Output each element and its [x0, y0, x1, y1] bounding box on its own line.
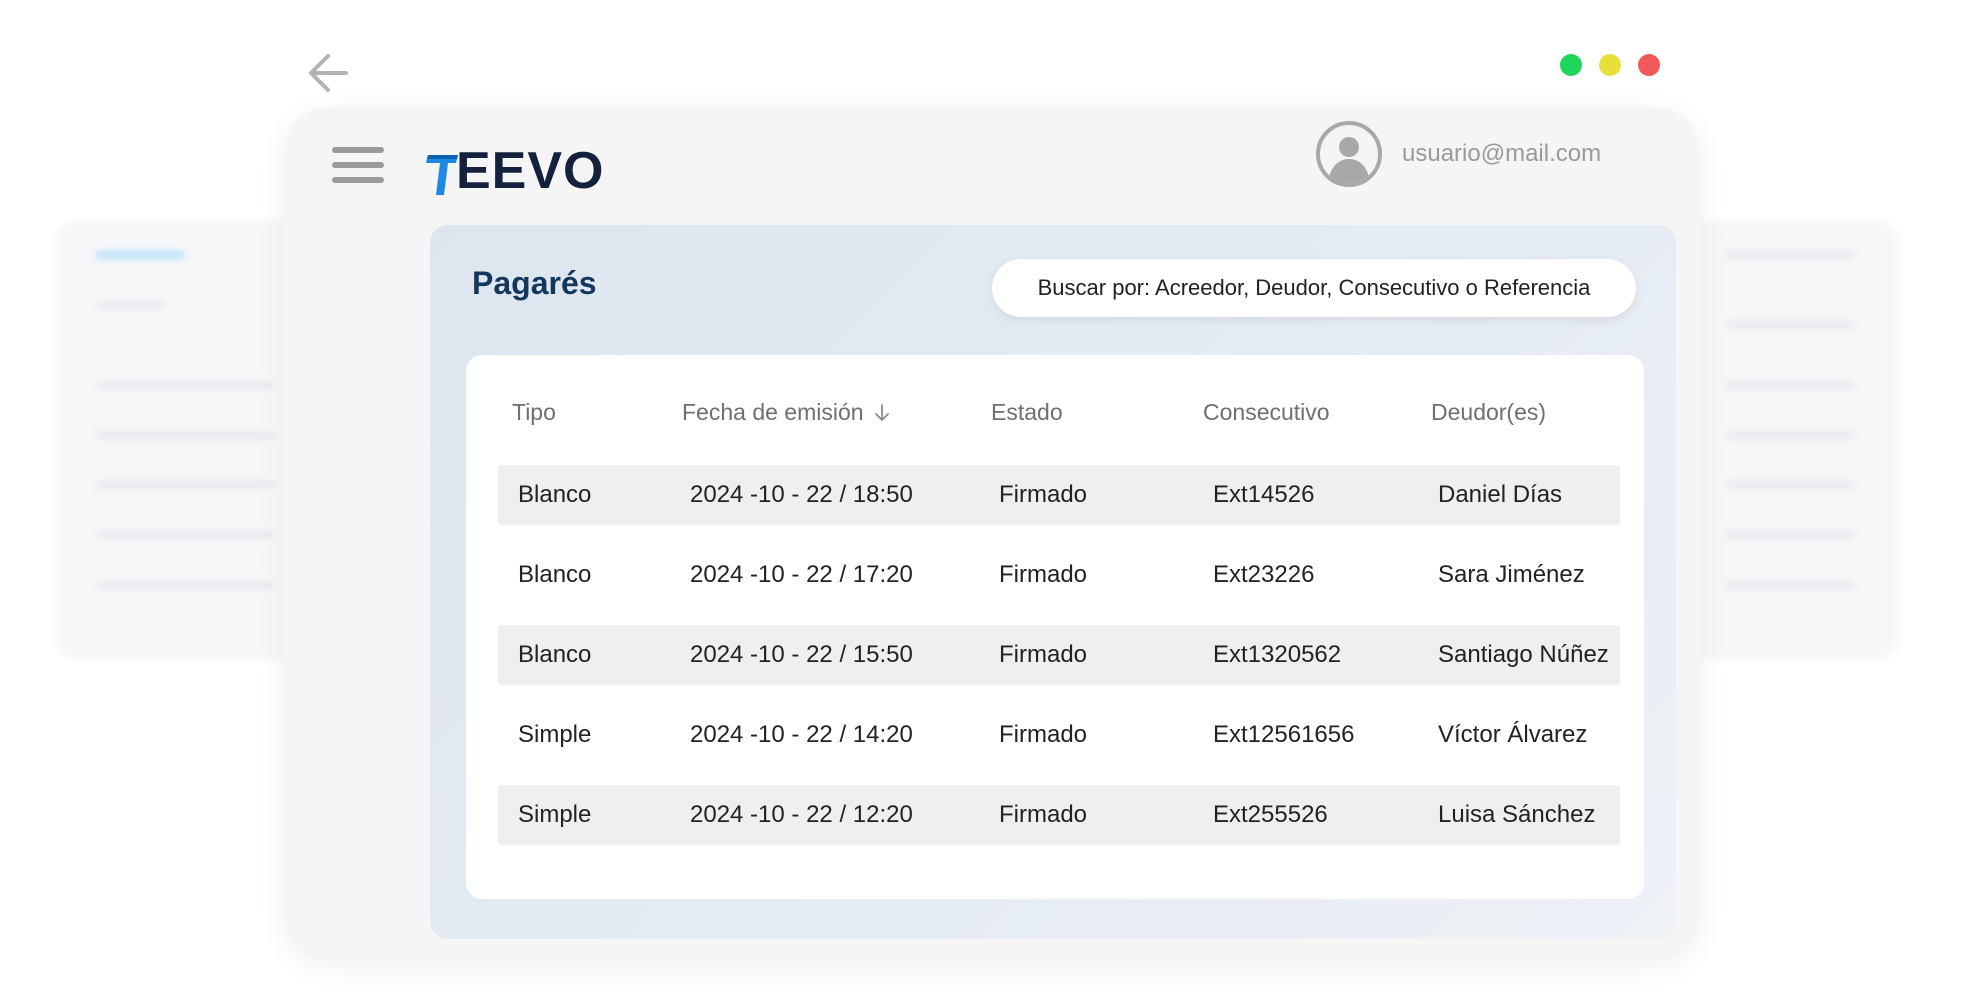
- window-dot-yellow[interactable]: [1599, 54, 1621, 76]
- cell-fecha: 2024 -10 - 22 / 15:50: [690, 641, 913, 668]
- window-controls: [1560, 54, 1660, 76]
- cell-fecha: 2024 -10 - 22 / 17:20: [690, 561, 913, 588]
- cell-tipo: Simple: [518, 721, 592, 748]
- cell-estado: Firmado: [999, 561, 1088, 588]
- column-header-estado[interactable]: Estado: [991, 399, 1063, 426]
- search-input[interactable]: Buscar por: Acreedor, Deudor, Consecutiv…: [992, 259, 1636, 317]
- user-avatar-icon[interactable]: [1316, 121, 1382, 187]
- window-dot-red[interactable]: [1638, 54, 1660, 76]
- hamburger-menu-icon[interactable]: [332, 147, 384, 191]
- cell-consecutivo: Ext1320562: [1213, 641, 1342, 668]
- column-header-consecutivo[interactable]: Consecutivo: [1203, 399, 1330, 426]
- back-arrow-icon[interactable]: [306, 50, 352, 96]
- cell-tipo: Blanco: [518, 641, 592, 668]
- column-header-deudores[interactable]: Deudor(es): [1431, 399, 1546, 426]
- window-dot-green[interactable]: [1560, 54, 1582, 76]
- cell-estado: Firmado: [999, 801, 1088, 828]
- cell-fecha: 2024 -10 - 22 / 18:50: [690, 481, 913, 508]
- cell-tipo: Blanco: [518, 561, 592, 588]
- pagares-table: Tipo Fecha de emisión Estado Consecutivo…: [466, 355, 1644, 899]
- table-body: Blanco 2024 -10 - 22 / 18:50 Firmado Ext…: [498, 465, 1620, 865]
- cell-estado: Firmado: [999, 721, 1088, 748]
- table-header: Tipo Fecha de emisión Estado Consecutivo…: [466, 399, 1644, 439]
- column-header-fecha[interactable]: Fecha de emisión: [682, 399, 890, 426]
- table-row[interactable]: Simple 2024 -10 - 22 / 14:20 Firmado Ext…: [498, 705, 1620, 765]
- user-menu[interactable]: usuario@mail.com: [1316, 121, 1601, 187]
- column-header-tipo[interactable]: Tipo: [512, 399, 556, 426]
- cell-deudor: Víctor Álvarez: [1438, 721, 1588, 748]
- cell-deudor: Santiago Núñez: [1438, 641, 1609, 668]
- cell-deudor: Luisa Sánchez: [1438, 801, 1596, 828]
- cell-fecha: 2024 -10 - 22 / 14:20: [690, 721, 913, 748]
- table-row[interactable]: Blanco 2024 -10 - 22 / 18:50 Firmado Ext…: [498, 465, 1620, 525]
- cell-consecutivo: Ext14526: [1213, 481, 1315, 508]
- cell-estado: Firmado: [999, 481, 1088, 508]
- logo-t-icon: [426, 155, 458, 195]
- background-blurred-panel-left: [55, 220, 315, 660]
- cell-estado: Firmado: [999, 641, 1088, 668]
- logo-text: EEVO: [456, 142, 605, 200]
- cell-consecutivo: Ext12561656: [1213, 721, 1355, 748]
- user-email: usuario@mail.com: [1402, 140, 1602, 167]
- cell-deudor: Daniel Días: [1438, 481, 1563, 508]
- cell-tipo: Blanco: [518, 481, 592, 508]
- cell-fecha: 2024 -10 - 22 / 12:20: [690, 801, 913, 828]
- sort-down-arrow-icon[interactable]: [874, 403, 890, 422]
- page-title: Pagarés: [472, 265, 597, 301]
- table-row[interactable]: Blanco 2024 -10 - 22 / 15:50 Firmado Ext…: [498, 625, 1620, 685]
- app-window: EEVO usuario@mail.com Pagarés Buscar por…: [284, 107, 1700, 961]
- background-blurred-panel-right: [1685, 220, 1900, 660]
- cell-consecutivo: Ext23226: [1213, 561, 1315, 588]
- teevo-logo: EEVO: [426, 137, 605, 197]
- cell-consecutivo: Ext255526: [1213, 801, 1328, 828]
- table-row[interactable]: Blanco 2024 -10 - 22 / 17:20 Firmado Ext…: [498, 545, 1620, 605]
- table-row[interactable]: Simple 2024 -10 - 22 / 12:20 Firmado Ext…: [498, 785, 1620, 845]
- cell-tipo: Simple: [518, 801, 592, 828]
- cell-deudor: Sara Jiménez: [1438, 561, 1585, 588]
- content-panel: Pagarés Buscar por: Acreedor, Deudor, Co…: [430, 225, 1676, 939]
